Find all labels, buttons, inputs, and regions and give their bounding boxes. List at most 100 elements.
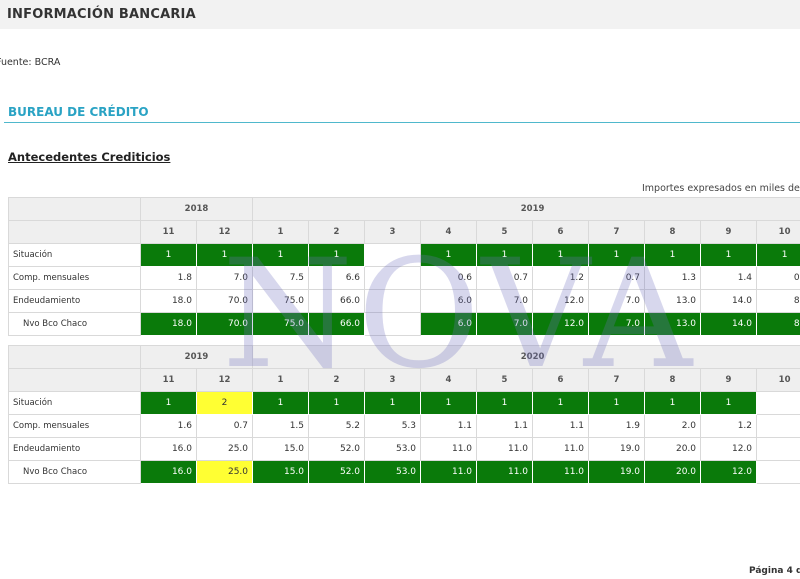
month-header: 5 [476,220,534,244]
table-cell [756,437,800,461]
month-header: 3 [364,220,422,244]
table-cell [756,460,800,484]
page-number: Página 4 de [749,566,800,576]
table-cell: 25.0 [195,460,254,484]
table-cell: 11.0 [420,460,478,484]
table-cell: 11.0 [476,460,534,484]
page-title: INFORMACIÓN BANCARIA [7,7,196,22]
table-cell: 1 [588,391,646,415]
table-cell: 66.0 [308,289,366,313]
month-header: 10 [756,220,800,244]
table-cell: 7.0 [476,289,534,313]
table-cell: 18.0 [140,312,197,336]
table-row: Comp. mensuales 1.8 7.0 7.5 6.6 0.6 0.7 1.2 0.7 1… [8,266,800,290]
credit-history-table-2: 2019 2020 11 12 1 2 3 4 5 6 7 8 9 10 Situación 1 2 1 1 1 1 1 1… [8,345,800,484]
row-label: Endeudamiento [8,437,141,461]
year-header-row: 2018 2019 [8,197,800,221]
table-cell: 1.1 [532,414,590,438]
table-cell: 0.7 [195,414,254,438]
corner-cell [8,368,141,392]
month-header-row: 11 12 1 2 3 4 5 6 7 8 9 10 [8,220,800,244]
year-header-row: 2019 2020 [8,345,800,369]
row-label: Endeudamiento [8,289,141,313]
row-label: Nvo Bco Chaco [8,312,141,336]
table-cell: 1.3 [644,266,702,290]
row-label: Situación [8,391,141,415]
table-cell: 12.0 [700,437,758,461]
table-cell: 1.5 [252,414,310,438]
table-cell: 16.0 [140,437,197,461]
month-header: 4 [420,220,478,244]
table-cell: 1.2 [532,266,590,290]
table-cell: 1 [364,391,422,415]
table-cell: 14.0 [700,312,758,336]
month-header: 1 [252,368,310,392]
table-cell: 1.9 [588,414,646,438]
table-cell [756,391,800,415]
table-cell: 12.0 [532,312,590,336]
table-cell [364,312,422,336]
month-header: 6 [532,220,590,244]
corner-cell [8,220,141,244]
year-header: 2019 [252,197,800,221]
month-header: 10 [756,368,800,392]
table-row: Endeudamiento 16.0 25.0 15.0 52.0 53.0 11.0 11.… [8,437,800,461]
table-cell: 15.0 [252,460,310,484]
month-header: 1 [252,220,310,244]
table-cell: 19.0 [588,460,646,484]
month-header: 8 [644,220,702,244]
table-cell: 1 [532,243,590,267]
month-header: 7 [588,368,646,392]
year-header: 2020 [252,345,800,369]
table-cell: 0.8 [756,266,800,290]
table-cell: 2.0 [644,414,702,438]
table-cell: 1 [700,243,758,267]
table-cell: 12.0 [532,289,590,313]
table-cell: 6.0 [420,312,478,336]
table-cell: 1.4 [700,266,758,290]
row-label: Nvo Bco Chaco [8,460,141,484]
month-header-row: 11 12 1 2 3 4 5 6 7 8 9 10 [8,368,800,392]
table-cell: 0.7 [588,266,646,290]
table-cell: 52.0 [308,460,366,484]
table-cell: 5.2 [308,414,366,438]
table-cell: 7.0 [588,289,646,313]
table-cell: 1 [195,243,254,267]
table-cell: 1 [756,243,800,267]
table-cell: 8.0 [756,312,800,336]
month-header: 12 [195,368,254,392]
table-cell: 75.0 [252,312,310,336]
amounts-note: Importes expresados en miles de [642,183,800,194]
table-cell: 19.0 [588,437,646,461]
section-divider [4,122,800,123]
table-cell: 1 [588,243,646,267]
table-cell: 1 [644,243,702,267]
month-header: 7 [588,220,646,244]
table-cell: 1 [308,243,366,267]
row-label: Comp. mensuales [8,414,141,438]
table-cell [756,414,800,438]
table-cell: 14.0 [700,289,758,313]
table-cell: 6.6 [308,266,366,290]
month-header: 4 [420,368,478,392]
table-cell: 7.5 [252,266,310,290]
table-cell: 20.0 [644,437,702,461]
table-cell: 13.0 [644,289,702,313]
table-cell: 53.0 [364,460,422,484]
table-cell: 15.0 [252,437,310,461]
credit-history-table-1: 2018 2019 11 12 1 2 3 4 5 6 7 8 9 10 Situación 1 1 1 1 1 1 1 1… [8,197,800,336]
table-cell: 1 [700,391,758,415]
table-cell: 66.0 [308,312,366,336]
table-cell: 7.0 [476,312,534,336]
table-cell: 11.0 [420,437,478,461]
table-cell: 1 [252,243,310,267]
year-header: 2019 [139,345,254,369]
table-cell [364,266,422,290]
table-cell: 5.3 [364,414,422,438]
row-label: Situación [8,243,141,267]
month-header: 2 [308,220,366,244]
table-row: Comp. mensuales 1.6 0.7 1.5 5.2 5.3 1.1 1.1 1.1 1… [8,414,800,438]
table-cell: 7.0 [588,312,646,336]
month-header: 9 [700,220,758,244]
table-cell: 1 [308,391,366,415]
